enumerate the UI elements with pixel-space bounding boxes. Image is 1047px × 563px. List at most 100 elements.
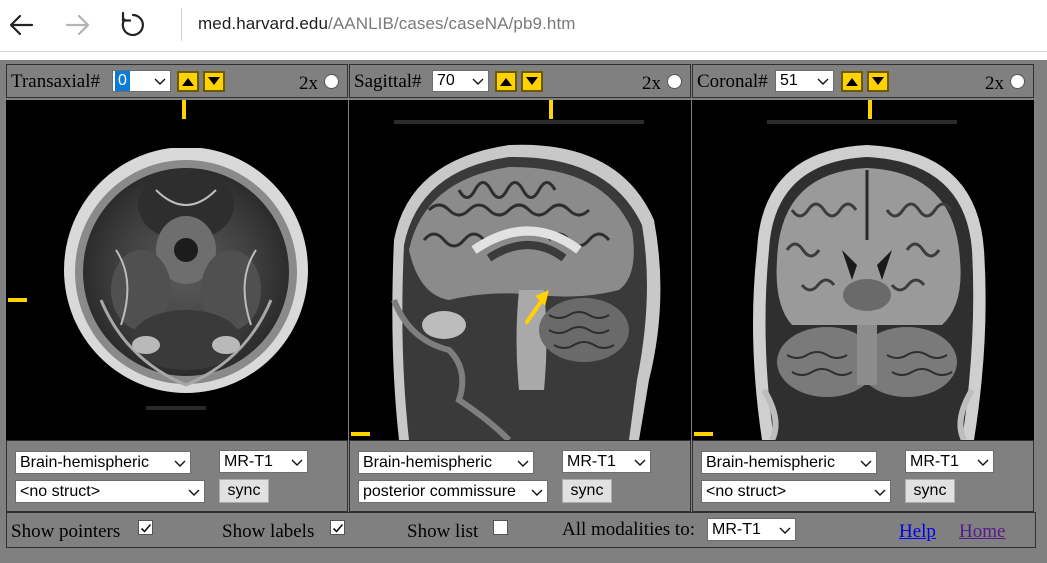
triangle-down-icon	[208, 77, 220, 85]
coronal-slice-select[interactable]: 51	[775, 70, 834, 92]
coronal-mri-image[interactable]	[692, 100, 1034, 440]
transaxial-controls: Brain-hemispheric MR-T1 <no struct> sync	[6, 440, 348, 512]
transaxial-slice-value: 0	[115, 71, 130, 91]
sagittal-panel: Sagittal# 70 2x Brain-hemispheric MR-T1 …	[349, 64, 691, 512]
transaxial-structure-value: <no struct>	[20, 483, 101, 500]
coronal-pointer-left	[694, 432, 713, 436]
back-button[interactable]	[4, 8, 40, 42]
chevron-down-icon	[874, 489, 886, 496]
chevron-down-icon	[291, 459, 303, 466]
coronal-scan	[753, 120, 986, 440]
sagittal-modality-select[interactable]: MR-T1	[562, 450, 651, 473]
transaxial-pointer-top	[182, 100, 186, 119]
transaxial-modality-select[interactable]: MR-T1	[219, 450, 308, 473]
coronal-modality-select[interactable]: MR-T1	[905, 450, 994, 473]
transaxial-sync-button[interactable]: sync	[219, 479, 269, 503]
transaxial-title: Transaxial#	[11, 71, 101, 92]
forward-button[interactable]	[59, 8, 95, 42]
sagittal-slice-value: 70	[437, 72, 455, 89]
show-list-label: Show list	[407, 521, 479, 542]
back-arrow-icon	[9, 14, 34, 36]
sagittal-header: Sagittal# 70 2x	[349, 64, 691, 98]
brain-atlas-viewer: Transaxial# 0 2x Brain-hemispheric MR-T1…	[0, 60, 1047, 563]
show-list-checkbox[interactable]	[493, 520, 508, 535]
transaxial-modality-value: MR-T1	[224, 453, 273, 470]
chevron-down-icon	[977, 459, 989, 466]
coronal-modality-value: MR-T1	[910, 453, 959, 470]
show-labels-checkbox[interactable]	[330, 520, 345, 535]
sagittal-structure-select[interactable]: posterior commissure	[358, 480, 548, 503]
chevron-down-icon	[154, 78, 166, 85]
triangle-down-icon	[872, 77, 884, 85]
chevron-down-icon	[860, 460, 872, 467]
transaxial-slice-select[interactable]: 0	[112, 70, 171, 92]
url-path: /AANLIB/cases/caseNA/pb9.htm	[328, 14, 576, 33]
checkmark-icon	[140, 523, 152, 533]
transaxial-zoom-radio[interactable]	[324, 74, 339, 89]
sagittal-pointer-top	[549, 100, 553, 119]
url-host: med.harvard.edu	[198, 14, 329, 33]
coronal-header: Coronal# 51 2x	[692, 64, 1034, 98]
transaxial-panel: Transaxial# 0 2x Brain-hemispheric MR-T1…	[6, 64, 348, 512]
coronal-slice-value: 51	[780, 72, 798, 89]
sagittal-zoom-label: 2x	[642, 73, 661, 94]
all-modalities-value: MR-T1	[712, 521, 761, 538]
coronal-zoom-radio[interactable]	[1010, 74, 1025, 89]
chevron-down-icon	[472, 78, 484, 85]
chevron-down-icon	[531, 489, 543, 496]
home-link[interactable]: Home	[959, 521, 1005, 543]
sagittal-controls: Brain-hemispheric MR-T1 posterior commis…	[349, 440, 691, 512]
sagittal-slice-select[interactable]: 70	[432, 70, 489, 92]
coronal-slice-down-button[interactable]	[867, 71, 889, 92]
triangle-up-icon	[500, 78, 512, 86]
forward-arrow-icon	[65, 14, 90, 36]
all-modalities-select[interactable]: MR-T1	[707, 518, 796, 541]
sagittal-mri-image[interactable]	[349, 100, 691, 440]
transaxial-region-value: Brain-hemispheric	[20, 454, 149, 471]
show-pointers-label: Show pointers	[11, 521, 121, 542]
transaxial-scan	[6, 100, 348, 440]
show-pointers-checkbox[interactable]	[138, 520, 153, 535]
coronal-controls: Brain-hemispheric MR-T1 <no struct> sync	[692, 440, 1034, 512]
sagittal-structure-value: posterior commissure	[363, 483, 516, 500]
transaxial-slice-down-button[interactable]	[203, 71, 225, 92]
chevron-down-icon	[779, 527, 791, 534]
address-bar[interactable]: med.harvard.edu/AANLIB/cases/caseNA/pb9.…	[198, 14, 576, 34]
transaxial-zoom-label: 2x	[299, 73, 318, 94]
chevron-down-icon	[517, 460, 529, 467]
options-bar: Show pointers Show labels Show list All …	[6, 512, 1036, 548]
sagittal-slice-up-button[interactable]	[495, 71, 517, 92]
triangle-down-icon	[526, 77, 538, 85]
triangle-up-icon	[846, 78, 858, 86]
refresh-button[interactable]	[114, 8, 150, 42]
toolbar-divider	[181, 8, 182, 41]
transaxial-structure-select[interactable]: <no struct>	[15, 480, 205, 503]
show-labels-label: Show labels	[222, 521, 315, 542]
browser-toolbar: med.harvard.edu/AANLIB/cases/caseNA/pb9.…	[0, 0, 1047, 52]
transaxial-mri-image[interactable]	[6, 100, 348, 440]
coronal-region-select[interactable]: Brain-hemispheric	[701, 451, 877, 474]
coronal-zoom-label: 2x	[985, 73, 1004, 94]
coronal-structure-select[interactable]: <no struct>	[701, 480, 891, 503]
coronal-structure-value: <no struct>	[706, 483, 787, 500]
coronal-region-value: Brain-hemispheric	[706, 454, 835, 471]
coronal-title: Coronal#	[697, 71, 768, 92]
sagittal-title: Sagittal#	[354, 71, 422, 92]
sagittal-zoom-radio[interactable]	[667, 74, 682, 89]
sagittal-slice-down-button[interactable]	[521, 71, 543, 92]
sagittal-region-value: Brain-hemispheric	[363, 454, 492, 471]
sagittal-region-select[interactable]: Brain-hemispheric	[358, 451, 534, 474]
sagittal-sync-button[interactable]: sync	[562, 479, 612, 503]
transaxial-region-select[interactable]: Brain-hemispheric	[15, 451, 191, 474]
sagittal-scan	[391, 120, 661, 440]
refresh-icon	[121, 11, 144, 37]
chevron-down-icon	[188, 489, 200, 496]
transaxial-slice-up-button[interactable]	[177, 71, 199, 92]
help-link[interactable]: Help	[899, 521, 936, 543]
transaxial-header: Transaxial# 0 2x	[6, 64, 348, 98]
checkmark-icon	[332, 523, 344, 533]
coronal-sync-button[interactable]: sync	[905, 479, 955, 503]
chevron-down-icon	[817, 78, 829, 85]
chevron-down-icon	[634, 459, 646, 466]
coronal-slice-up-button[interactable]	[841, 71, 863, 92]
